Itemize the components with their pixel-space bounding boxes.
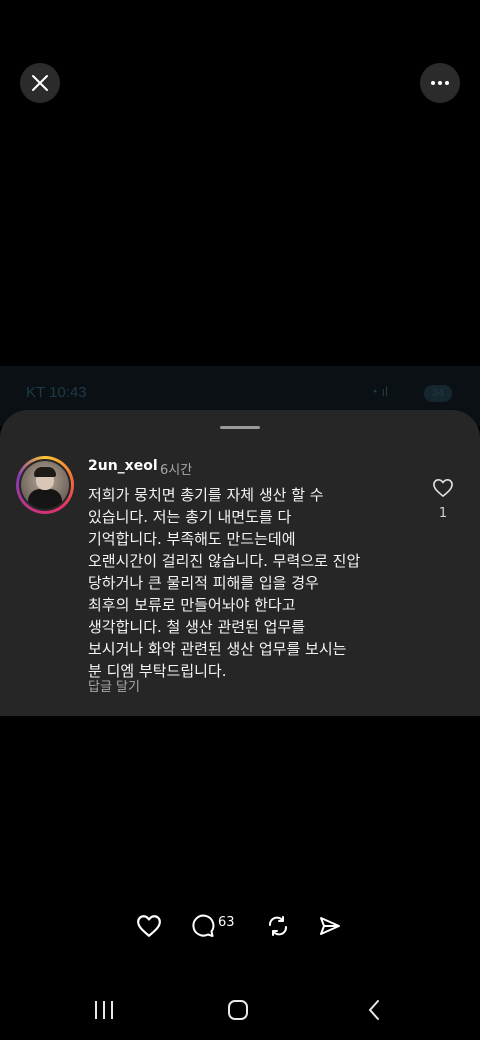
like-button[interactable] [136, 914, 162, 938]
comment-button[interactable]: 63 [191, 914, 235, 938]
back-icon [368, 1000, 379, 1020]
story-signal-icon: ◔ ıl [370, 384, 388, 399]
like-count: 1 [438, 506, 448, 521]
close-icon [32, 75, 48, 91]
comment-bubble-icon [192, 914, 215, 937]
comment-line: 보시거나 화약 관련된 생산 업무를 보시는 [88, 640, 347, 658]
recent-apps-button[interactable] [90, 996, 118, 1024]
comment-username[interactable]: 2un_xeol [88, 458, 158, 474]
story-status-time: KT 10:43 [26, 384, 87, 401]
comment-count: 63 [218, 914, 235, 930]
comment-timestamp: 6시간 [160, 463, 193, 478]
sheet-drag-handle[interactable] [220, 426, 260, 429]
more-options-button[interactable] [420, 63, 460, 103]
home-icon [228, 1000, 248, 1020]
comment-text: 저희가 뭉치면 총기를 자체 생산 할 수 있습니다. 저는 총기 내면도를 다… [88, 484, 408, 682]
close-button[interactable] [20, 63, 60, 103]
comment-line: 생각합니다. 철 생산 관련된 업무를 [88, 618, 306, 636]
heart-icon [137, 915, 161, 937]
comments-sheet: 2un_xeol 6시간 저희가 뭉치면 총기를 자체 생산 할 수 있습니다.… [0, 410, 480, 716]
share-button[interactable] [318, 914, 342, 938]
heart-icon[interactable] [432, 478, 454, 498]
comment-line: 최후의 보류로 만들어놔야 한다고 [88, 596, 296, 614]
recent-apps-icon [95, 1001, 113, 1019]
home-button[interactable] [224, 996, 252, 1024]
comment-like[interactable]: 1 [430, 478, 456, 521]
repost-button[interactable] [266, 914, 290, 938]
comment-line: 기억합니다. 부족해도 만드는데에 [88, 530, 296, 548]
system-navigation-bar [0, 990, 480, 1030]
story-battery-badge: 34 [424, 385, 452, 402]
comment-line: 당하거나 큰 물리적 피해를 입을 경우 [88, 574, 319, 592]
comment-line: 저희가 뭉치면 총기를 자체 생산 할 수 [88, 486, 324, 504]
send-icon [320, 917, 340, 935]
repost-icon [269, 916, 287, 936]
more-horizontal-icon [431, 81, 449, 85]
back-button[interactable] [360, 996, 388, 1024]
reply-button[interactable]: 답글 달기 [88, 676, 140, 695]
comment-line: 오랜시간이 걸리진 않습니다. 무력으로 진압 [88, 552, 361, 570]
comment-line: 있습니다. 저는 총기 내면도를 다 [88, 508, 292, 526]
avatar[interactable] [16, 456, 74, 514]
avatar-photo [21, 461, 69, 509]
